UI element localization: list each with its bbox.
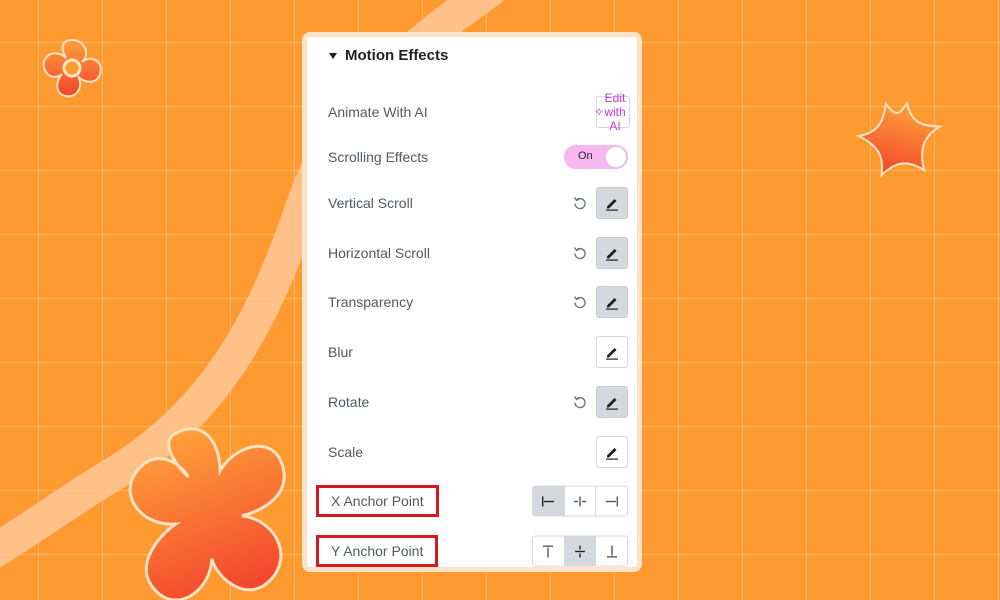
- edit-button[interactable]: [596, 386, 628, 418]
- row-x-anchor-point: X Anchor Point: [307, 484, 637, 518]
- reset-icon[interactable]: [573, 295, 587, 309]
- effect-label: Rotate: [328, 394, 370, 410]
- row-horizontal-scroll: Horizontal Scroll: [307, 236, 637, 270]
- motion-effects-panel: Motion Effects Animate With AI ✧ Edit wi…: [302, 32, 642, 572]
- section-header[interactable]: Motion Effects: [329, 47, 448, 64]
- edit-button[interactable]: [596, 187, 628, 219]
- reset-icon[interactable]: [573, 196, 587, 210]
- reset-icon[interactable]: [573, 246, 587, 260]
- y-anchor-button-group: [532, 535, 628, 567]
- toggle-knob: [605, 146, 627, 168]
- pencil-icon: [606, 348, 618, 360]
- pencil-icon: [606, 448, 618, 460]
- scrolling-effects-toggle[interactable]: On: [564, 145, 628, 169]
- pencil-icon: [606, 398, 618, 410]
- edit-button[interactable]: [596, 286, 628, 318]
- pencil-icon: [606, 199, 618, 211]
- x-anchor-left-button[interactable]: [533, 486, 565, 516]
- scrolling-effects-label: Scrolling Effects: [328, 149, 429, 165]
- animate-ai-label: Animate With AI: [328, 104, 428, 120]
- x-anchor-center-button[interactable]: [564, 486, 597, 516]
- flower-decoration-bottom: [128, 427, 286, 600]
- edit-with-ai-label: Edit with AI: [604, 91, 626, 133]
- edit-button[interactable]: [596, 436, 628, 468]
- row-blur: Blur: [307, 335, 637, 369]
- effect-label: Vertical Scroll: [328, 195, 413, 211]
- x-anchor-button-group: [532, 485, 628, 517]
- align-left-icon: [542, 496, 555, 506]
- y-anchor-bottom-button[interactable]: [596, 536, 627, 566]
- effect-label: Scale: [328, 444, 364, 460]
- effect-label: Transparency: [328, 294, 414, 310]
- section-title: Motion Effects: [345, 47, 449, 64]
- x-anchor-label: X Anchor Point: [316, 485, 439, 517]
- row-animate-with-ai: Animate With AI ✧ Edit with AI: [307, 91, 637, 133]
- flower-decoration-right: [855, 100, 944, 178]
- align-center-icon: [574, 496, 586, 506]
- row-transparency: Transparency: [307, 285, 637, 319]
- edit-with-ai-button[interactable]: ✧ Edit with AI: [594, 91, 630, 133]
- toggle-on-label: On: [578, 150, 593, 162]
- x-anchor-right-button[interactable]: [596, 486, 627, 516]
- effect-label: Horizontal Scroll: [328, 245, 430, 261]
- pencil-icon: [606, 249, 618, 261]
- align-top-icon: [543, 545, 554, 557]
- y-anchor-top-button[interactable]: [533, 536, 565, 566]
- align-middle-icon: [575, 545, 585, 557]
- pencil-icon: [606, 298, 618, 310]
- edit-button[interactable]: [596, 237, 628, 269]
- reset-icon[interactable]: [573, 395, 587, 409]
- align-bottom-icon: [606, 545, 617, 557]
- y-anchor-label: Y Anchor Point: [316, 535, 439, 567]
- row-scale: Scale: [307, 435, 637, 469]
- flower-decoration-top-left: [42, 38, 102, 98]
- align-right-icon: [605, 496, 618, 506]
- row-vertical-scroll: Vertical Scroll: [307, 186, 637, 220]
- caret-down-icon: [329, 52, 337, 59]
- y-anchor-middle-button[interactable]: [564, 536, 597, 566]
- row-scrolling-effects: Scrolling Effects On: [307, 140, 637, 174]
- effect-label: Blur: [328, 344, 353, 360]
- edit-button[interactable]: [596, 336, 628, 368]
- row-y-anchor-point: Y Anchor Point: [307, 534, 637, 567]
- row-rotate: Rotate: [307, 385, 637, 419]
